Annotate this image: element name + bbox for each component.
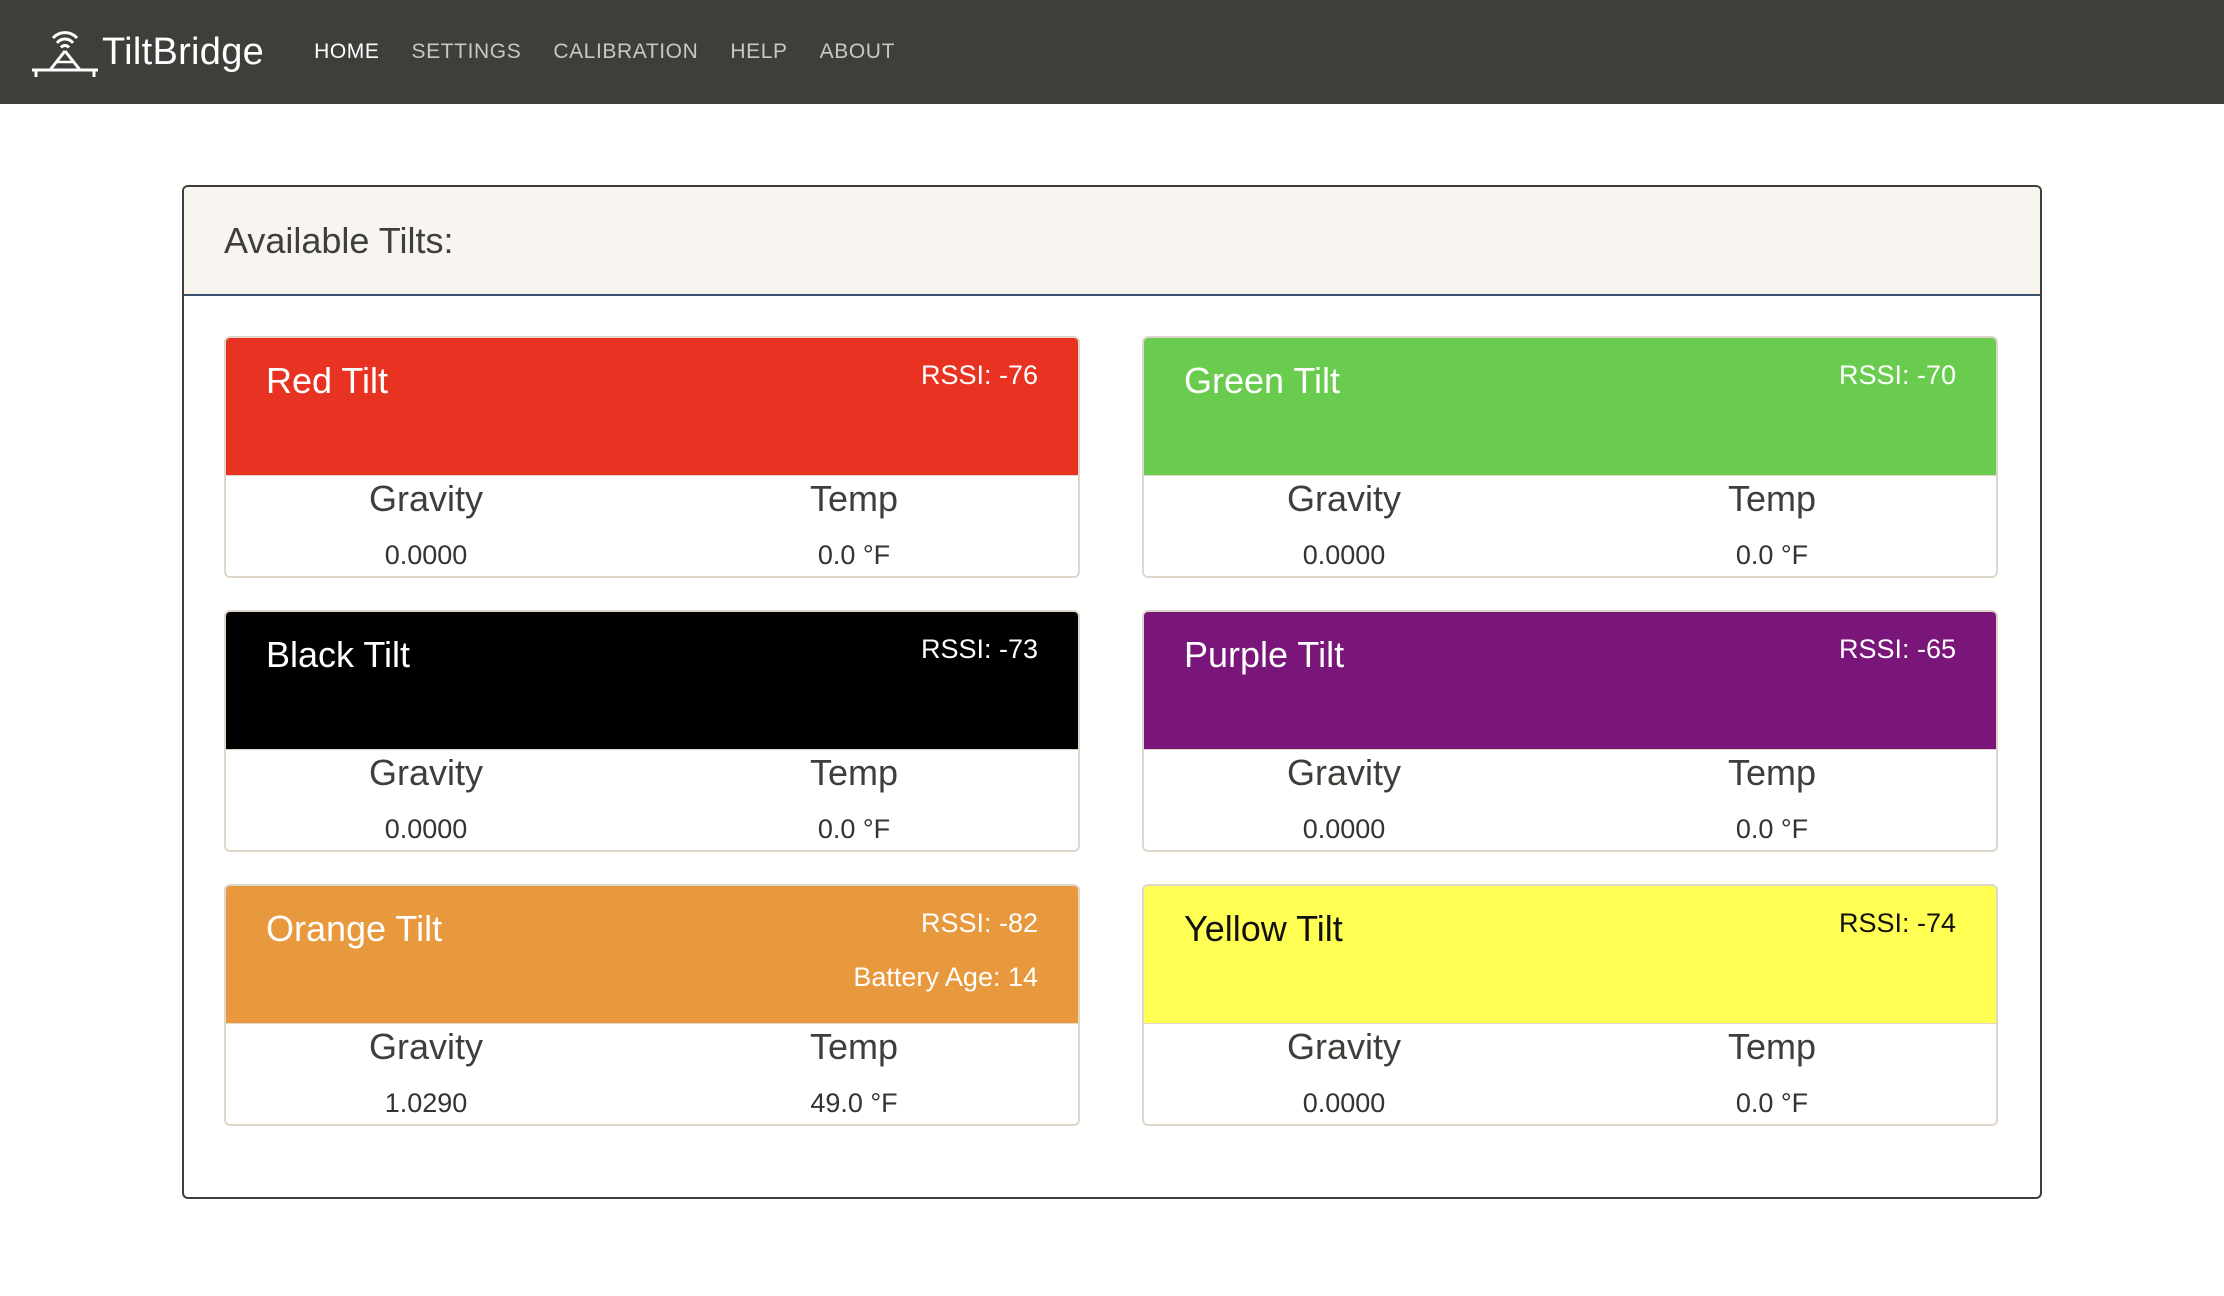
nav-help[interactable]: HELP [730,40,787,64]
temp-column: Temp 0.0 °F [1544,750,1996,845]
panel-heading: Available Tilts: [184,187,2040,296]
tilt-card-yellow: Yellow Tilt RSSI: -74 Gravity 0.0000 Tem… [1142,884,1998,1126]
gravity-column: Gravity 0.0000 [1144,750,1544,845]
gravity-value: 0.0000 [1302,1088,1386,1118]
temp-value: 0.0 °F [817,540,891,570]
gravity-value: 1.0290 [384,1088,468,1118]
gravity-label: Gravity [1286,752,1401,793]
gravity-value: 0.0000 [384,540,468,570]
tilt-card-header: Yellow Tilt RSSI: -74 [1144,886,1996,1023]
tilt-rssi: RSSI: -65 [1838,634,1956,664]
temp-column: Temp 0.0 °F [1544,1024,1996,1119]
tilt-grid: Red Tilt RSSI: -76 Gravity 0.0000 Temp 0… [224,336,2002,1126]
gravity-value: 0.0000 [1302,814,1386,844]
temp-value: 0.0 °F [1735,814,1809,844]
tilt-card-body: Gravity 0.0000 Temp 0.0 °F [1144,1023,1996,1124]
tilt-name: Red Tilt [266,360,389,401]
tilt-rssi: RSSI: -70 [1838,360,1956,390]
tilt-name: Yellow Tilt [1184,908,1343,949]
tilt-card-body: Gravity 1.0290 Temp 49.0 °F [226,1023,1078,1124]
tilt-card-purple: Purple Tilt RSSI: -65 Gravity 0.0000 Tem… [1142,610,1998,852]
tilt-name: Purple Tilt [1184,634,1345,675]
tilt-rssi: RSSI: -73 [920,634,1038,664]
temp-column: Temp 0.0 °F [626,476,1078,571]
gravity-label: Gravity [1286,1026,1401,1067]
temp-label: Temp [1727,1026,1817,1067]
tilt-card-header: Black Tilt RSSI: -73 [226,612,1078,749]
temp-value: 49.0 °F [810,1088,898,1118]
navbar: TiltBridge HOME SETTINGS CALIBRATION HEL… [0,0,2224,104]
tilt-name: Green Tilt [1184,360,1341,401]
gravity-value: 0.0000 [1302,540,1386,570]
nav-menu: HOME SETTINGS CALIBRATION HELP ABOUT [314,40,927,64]
temp-label: Temp [809,752,899,793]
temp-label: Temp [809,478,899,519]
temp-column: Temp 0.0 °F [626,750,1078,845]
temp-value: 0.0 °F [1735,540,1809,570]
tilt-bridge-logo-icon [32,31,98,77]
tilt-rssi: RSSI: -74 [1838,908,1956,938]
tilt-card-body: Gravity 0.0000 Temp 0.0 °F [1144,475,1996,576]
brand-link[interactable]: TiltBridge [30,0,264,104]
gravity-column: Gravity 0.0000 [1144,476,1544,571]
temp-column: Temp 0.0 °F [1544,476,1996,571]
tilt-card-body: Gravity 0.0000 Temp 0.0 °F [1144,749,1996,850]
gravity-label: Gravity [368,478,483,519]
tilt-card-black: Black Tilt RSSI: -73 Gravity 0.0000 Temp… [224,610,1080,852]
temp-label: Temp [1727,478,1817,519]
tilt-card-header: Orange Tilt RSSI: -82 Battery Age: 14 [226,886,1078,1023]
gravity-label: Gravity [368,752,483,793]
gravity-column: Gravity 0.0000 [226,750,626,845]
tilt-battery-age: Battery Age: 14 [853,962,1038,992]
gravity-column: Gravity 0.0000 [226,476,626,571]
tilt-card-body: Gravity 0.0000 Temp 0.0 °F [226,475,1078,576]
brand-title: TiltBridge [102,30,265,73]
tilt-card-header: Green Tilt RSSI: -70 [1144,338,1996,475]
tilt-card-red: Red Tilt RSSI: -76 Gravity 0.0000 Temp 0… [224,336,1080,578]
tilt-card-header: Red Tilt RSSI: -76 [226,338,1078,475]
tilt-card-header: Purple Tilt RSSI: -65 [1144,612,1996,749]
tilt-rssi: RSSI: -76 [920,360,1038,390]
temp-value: 0.0 °F [817,814,891,844]
gravity-column: Gravity 1.0290 [226,1024,626,1119]
tilt-rssi: RSSI: -82 [920,908,1038,938]
temp-label: Temp [809,1026,899,1067]
gravity-label: Gravity [368,1026,483,1067]
tilt-name: Orange Tilt [266,908,443,949]
available-tilts-panel: Available Tilts: Red Tilt RSSI: -76 Grav… [182,185,2042,1199]
tilt-name: Black Tilt [266,634,411,675]
nav-home[interactable]: HOME [314,40,379,64]
nav-about[interactable]: ABOUT [820,40,895,64]
nav-settings[interactable]: SETTINGS [412,40,522,64]
tilt-card-orange: Orange Tilt RSSI: -82 Battery Age: 14 Gr… [224,884,1080,1126]
temp-value: 0.0 °F [1735,1088,1809,1118]
gravity-column: Gravity 0.0000 [1144,1024,1544,1119]
temp-label: Temp [1727,752,1817,793]
gravity-label: Gravity [1286,478,1401,519]
gravity-value: 0.0000 [384,814,468,844]
tilt-card-body: Gravity 0.0000 Temp 0.0 °F [226,749,1078,850]
panel-title: Available Tilts: [224,219,454,261]
tilt-card-green: Green Tilt RSSI: -70 Gravity 0.0000 Temp… [1142,336,1998,578]
nav-calibration[interactable]: CALIBRATION [553,40,698,64]
temp-column: Temp 49.0 °F [626,1024,1078,1119]
